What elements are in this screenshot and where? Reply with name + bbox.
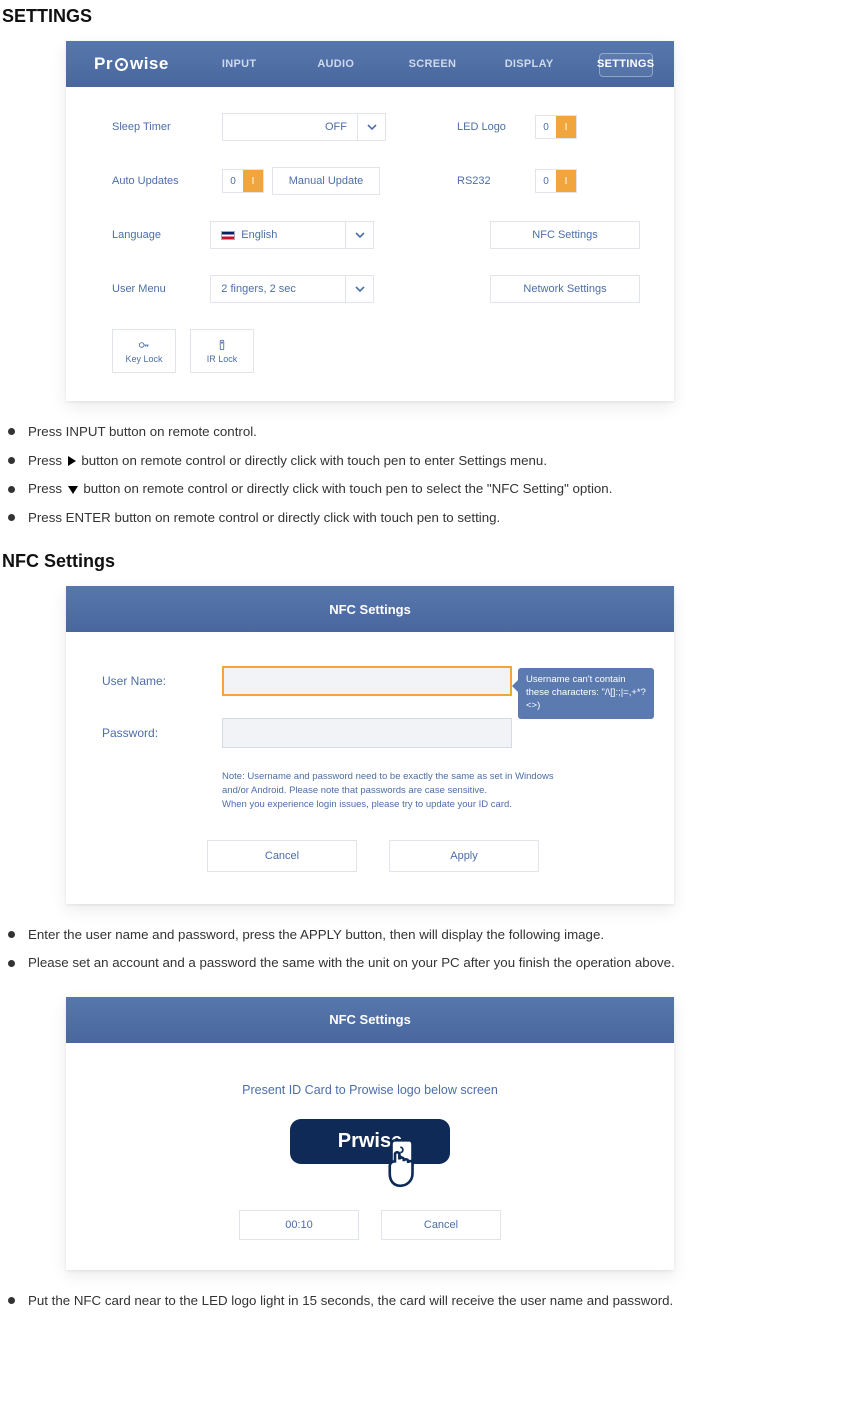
- triangle-down-icon: [68, 486, 78, 494]
- tab-display[interactable]: DISPLAY: [481, 41, 578, 87]
- language-label: Language: [112, 229, 210, 241]
- language-select[interactable]: English: [210, 221, 374, 249]
- username-label: User Name:: [102, 674, 222, 688]
- toggle-off: 0: [536, 116, 556, 138]
- key-lock-label: Key Lock: [125, 354, 162, 364]
- bullet: Enter the user name and password, press …: [6, 924, 841, 947]
- tab-settings[interactable]: SETTINGS: [577, 41, 674, 87]
- heading-nfc: NFC Settings: [2, 551, 841, 572]
- settings-header: Pr wise INPUT AUDIO SCREEN DISPLAY SETTI…: [66, 41, 674, 87]
- hand-card-icon: [374, 1135, 430, 1196]
- chevron-down-icon: [357, 114, 385, 140]
- bullet: Press ENTER button on remote control or …: [6, 507, 841, 530]
- present-instruction: Present ID Card to Prowise logo below sc…: [96, 1083, 644, 1097]
- cancel-button[interactable]: Cancel: [207, 840, 357, 872]
- flag-uk-icon: [221, 231, 235, 240]
- tab-audio[interactable]: AUDIO: [287, 41, 384, 87]
- logo-ring-icon: [115, 58, 128, 71]
- bullet: Put the NFC card near to the LED logo li…: [6, 1290, 841, 1313]
- ir-lock-button[interactable]: IR Lock: [190, 329, 254, 373]
- nfc-settings-button[interactable]: NFC Settings: [490, 221, 640, 249]
- prowise-logo: Pr wise: [66, 54, 191, 74]
- rs232-toggle[interactable]: 0 I: [535, 169, 577, 193]
- nfc-login-panel: NFC Settings Username can't contain thes…: [66, 586, 674, 903]
- toggle-off: 0: [536, 170, 556, 192]
- auto-updates-label: Auto Updates: [112, 175, 222, 187]
- tab-input[interactable]: INPUT: [191, 41, 288, 87]
- bullet: Please set an account and a password the…: [6, 952, 841, 975]
- tab-bar: INPUT AUDIO SCREEN DISPLAY SETTINGS: [191, 41, 674, 87]
- sleep-timer-label: Sleep Timer: [112, 121, 222, 133]
- rs232-label: RS232: [457, 175, 535, 187]
- chevron-down-icon: [345, 276, 373, 302]
- id-card-graphic: Pr wise: [290, 1119, 450, 1164]
- password-label: Password:: [102, 726, 222, 740]
- remote-icon: [215, 338, 229, 352]
- toggle-off: 0: [223, 170, 243, 192]
- instructions-3: Put the NFC card near to the LED logo li…: [6, 1290, 841, 1313]
- key-icon: [137, 338, 151, 352]
- toggle-on: I: [556, 170, 576, 192]
- network-settings-button[interactable]: Network Settings: [490, 275, 640, 303]
- instructions-2: Enter the user name and password, press …: [6, 924, 841, 975]
- settings-panel: Pr wise INPUT AUDIO SCREEN DISPLAY SETTI…: [66, 41, 674, 401]
- instructions-1: Press INPUT button on remote control. Pr…: [6, 421, 841, 529]
- auto-updates-toggle[interactable]: 0 I: [222, 169, 264, 193]
- logo-text-b: wise: [130, 54, 169, 74]
- sleep-timer-select[interactable]: OFF: [222, 113, 386, 141]
- bullet: Press button on remote control or direct…: [6, 450, 841, 473]
- nfc-present-panel: NFC Settings Present ID Card to Prowise …: [66, 997, 674, 1270]
- led-logo-label: LED Logo: [457, 121, 535, 133]
- nfc-present-header: NFC Settings: [66, 997, 674, 1043]
- user-menu-value: 2 fingers, 2 sec: [221, 283, 296, 295]
- sleep-timer-value: OFF: [325, 121, 347, 133]
- chevron-down-icon: [345, 222, 373, 248]
- logo-text-a: Pr: [94, 54, 113, 74]
- password-input[interactable]: [222, 718, 512, 748]
- card-logo-a: Pr: [338, 1130, 359, 1153]
- username-tooltip: Username can't contain these characters:…: [518, 668, 654, 718]
- manual-update-button[interactable]: Manual Update: [272, 167, 380, 195]
- user-menu-select[interactable]: 2 fingers, 2 sec: [210, 275, 374, 303]
- apply-button[interactable]: Apply: [389, 840, 539, 872]
- user-menu-label: User Menu: [112, 283, 210, 295]
- tab-screen[interactable]: SCREEN: [384, 41, 481, 87]
- key-lock-button[interactable]: Key Lock: [112, 329, 176, 373]
- nfc-panel-header: NFC Settings: [66, 586, 674, 632]
- ir-lock-label: IR Lock: [207, 354, 238, 364]
- toggle-on: I: [243, 170, 263, 192]
- led-logo-toggle[interactable]: 0 I: [535, 115, 577, 139]
- bullet: Press INPUT button on remote control.: [6, 421, 841, 444]
- nfc-note: Note: Username and password need to be e…: [222, 770, 582, 811]
- timer-display: 00:10: [239, 1210, 359, 1240]
- username-input[interactable]: [222, 666, 512, 696]
- bullet: Press button on remote control or direct…: [6, 478, 841, 501]
- toggle-on: I: [556, 116, 576, 138]
- language-value: English: [241, 229, 277, 241]
- heading-settings: SETTINGS: [2, 6, 841, 27]
- triangle-right-icon: [68, 456, 76, 466]
- cancel-button[interactable]: Cancel: [381, 1210, 501, 1240]
